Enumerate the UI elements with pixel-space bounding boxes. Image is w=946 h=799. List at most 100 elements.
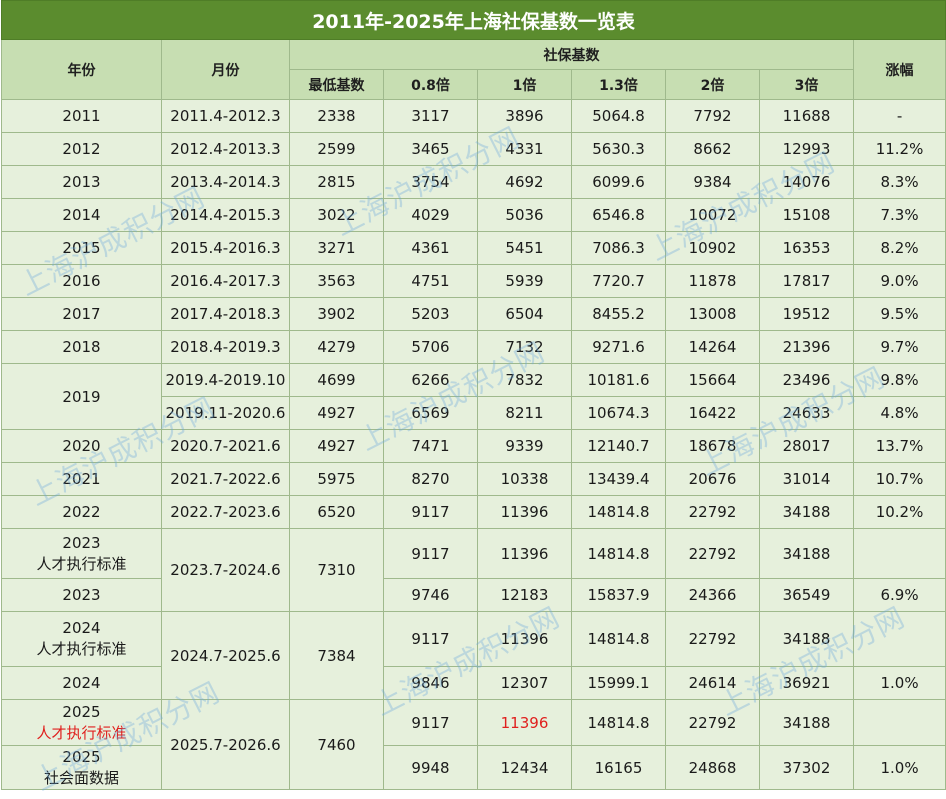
x1-cell: 7832 <box>477 363 572 397</box>
x08-cell: 4361 <box>383 231 478 265</box>
min-cell: 7310 <box>289 528 384 612</box>
min-cell: 3563 <box>289 264 384 298</box>
year-cell: 2023 人才执行标准 <box>1 528 162 579</box>
x08-cell: 4029 <box>383 198 478 232</box>
year-cell: 2019 <box>1 363 162 430</box>
x13-cell: 14814.8 <box>571 699 666 746</box>
min-cell: 3271 <box>289 231 384 265</box>
min-cell: 4279 <box>289 330 384 364</box>
year-cell: 2012 <box>1 132 162 166</box>
table-row: 2016 2016.4-2017.3 3563 4751 5939 7720.7… <box>1 264 946 298</box>
year-cell: 2022 <box>1 495 162 529</box>
x1-cell: 11396 <box>477 611 572 667</box>
table-row: 2013 2013.4-2014.3 2815 3754 4692 6099.6… <box>1 165 946 199</box>
x1-cell: 12434 <box>477 745 572 790</box>
x1-cell: 8211 <box>477 396 572 430</box>
header-year: 年份 <box>1 39 162 100</box>
x13-cell: 6546.8 <box>571 198 666 232</box>
x2-cell: 13008 <box>665 297 760 331</box>
x08-cell: 3754 <box>383 165 478 199</box>
x1-cell: 12183 <box>477 578 572 612</box>
period-cell: 2021.7-2022.6 <box>161 462 290 496</box>
x3-cell: 34188 <box>759 495 854 529</box>
table-row: 2014 2014.4-2015.3 3022 4029 5036 6546.8… <box>1 198 946 232</box>
x2-cell: 18678 <box>665 429 760 463</box>
x3-cell: 34188 <box>759 528 854 579</box>
x2-cell: 11878 <box>665 264 760 298</box>
min-cell: 4927 <box>289 396 384 430</box>
x1-cell: 3896 <box>477 99 572 133</box>
x1-cell: 9339 <box>477 429 572 463</box>
period-cell: 2013.4-2014.3 <box>161 165 290 199</box>
growth-cell: 10.7% <box>852 462 946 496</box>
x13-cell: 13439.4 <box>571 462 666 496</box>
table-row: 2019 2019.4-2019.10 4699 6266 7832 10181… <box>1 363 946 430</box>
x13-cell: 14814.8 <box>571 528 666 579</box>
period-cell: 2018.4-2019.3 <box>161 330 290 364</box>
x08-cell: 9117 <box>383 495 478 529</box>
header-x2: 2倍 <box>665 69 760 100</box>
x1-cell: 5939 <box>477 264 572 298</box>
year-cell: 2020 <box>1 429 162 463</box>
growth-cell: 9.0% <box>852 264 946 298</box>
period-cell: 2023.7-2024.6 <box>161 528 290 612</box>
growth-cell: 1.0% <box>852 745 946 790</box>
x3-cell: 21396 <box>759 330 854 364</box>
x08-cell: 6569 <box>383 396 478 430</box>
x3-cell: 34188 <box>759 611 854 667</box>
x2-cell: 22792 <box>665 495 760 529</box>
growth-cell: 11.2% <box>852 132 946 166</box>
x2-cell: 7792 <box>665 99 760 133</box>
growth-cell: 8.3% <box>852 165 946 199</box>
x13-cell: 9271.6 <box>571 330 666 364</box>
table-row: 2017 2017.4-2018.3 3902 5203 6504 8455.2… <box>1 297 946 331</box>
x13-cell: 14814.8 <box>571 495 666 529</box>
min-cell: 2815 <box>289 165 384 199</box>
period-cell: 2014.4-2015.3 <box>161 198 290 232</box>
period-cell: 2019.11-2020.6 <box>161 396 290 430</box>
table-row: 2021 2021.7-2022.6 5975 8270 10338 13439… <box>1 462 946 496</box>
period-cell: 2024.7-2025.6 <box>161 611 290 700</box>
year-note: 人才执行标准 <box>36 723 127 742</box>
x13-cell: 10674.3 <box>571 396 666 430</box>
x3-cell: 37302 <box>759 745 854 790</box>
x13-cell: 7720.7 <box>571 264 666 298</box>
x3-cell: 36549 <box>759 578 854 612</box>
period-cell: 2017.4-2018.3 <box>161 297 290 331</box>
year-cell: 2023 <box>1 578 162 612</box>
year-note: 人才执行标准 <box>36 640 127 658</box>
min-cell: 3902 <box>289 297 384 331</box>
x2-cell: 22792 <box>665 699 760 746</box>
x2-cell: 14264 <box>665 330 760 364</box>
x3-cell: 16353 <box>759 231 854 265</box>
x3-cell: 28017 <box>759 429 854 463</box>
min-cell: 7460 <box>289 699 384 790</box>
x3-cell: 15108 <box>759 198 854 232</box>
year-cell: 2018 <box>1 330 162 364</box>
header-x13: 1.3倍 <box>571 69 666 100</box>
x2-cell: 22792 <box>665 611 760 667</box>
x08-cell: 3465 <box>383 132 478 166</box>
x1-cell: 12307 <box>477 666 572 700</box>
x1-cell: 7132 <box>477 330 572 364</box>
x2-cell: 10902 <box>665 231 760 265</box>
x3-cell: 31014 <box>759 462 854 496</box>
table-row: 2020 2020.7-2021.6 4927 7471 9339 12140.… <box>1 429 946 463</box>
x3-cell: 34188 <box>759 699 854 746</box>
header-x1: 1倍 <box>477 69 572 100</box>
growth-cell: 10.2% <box>852 495 946 529</box>
growth-cell: 9.8% <box>852 363 946 397</box>
min-cell: 7384 <box>289 611 384 700</box>
x08-cell: 9746 <box>383 578 478 612</box>
period-cell: 2022.7-2023.6 <box>161 495 290 529</box>
year-cell: 2014 <box>1 198 162 232</box>
x08-cell: 5203 <box>383 297 478 331</box>
x13-cell: 5630.3 <box>571 132 666 166</box>
year-note: 社会面数据 <box>43 768 119 787</box>
table-row: 2012 2012.4-2013.3 2599 3465 4331 5630.3… <box>1 132 946 166</box>
x2-cell: 24366 <box>665 578 760 612</box>
x08-cell: 5706 <box>383 330 478 364</box>
x1-cell: 4692 <box>477 165 572 199</box>
x3-cell: 36921 <box>759 666 854 700</box>
header-x08: 0.8倍 <box>383 69 478 100</box>
